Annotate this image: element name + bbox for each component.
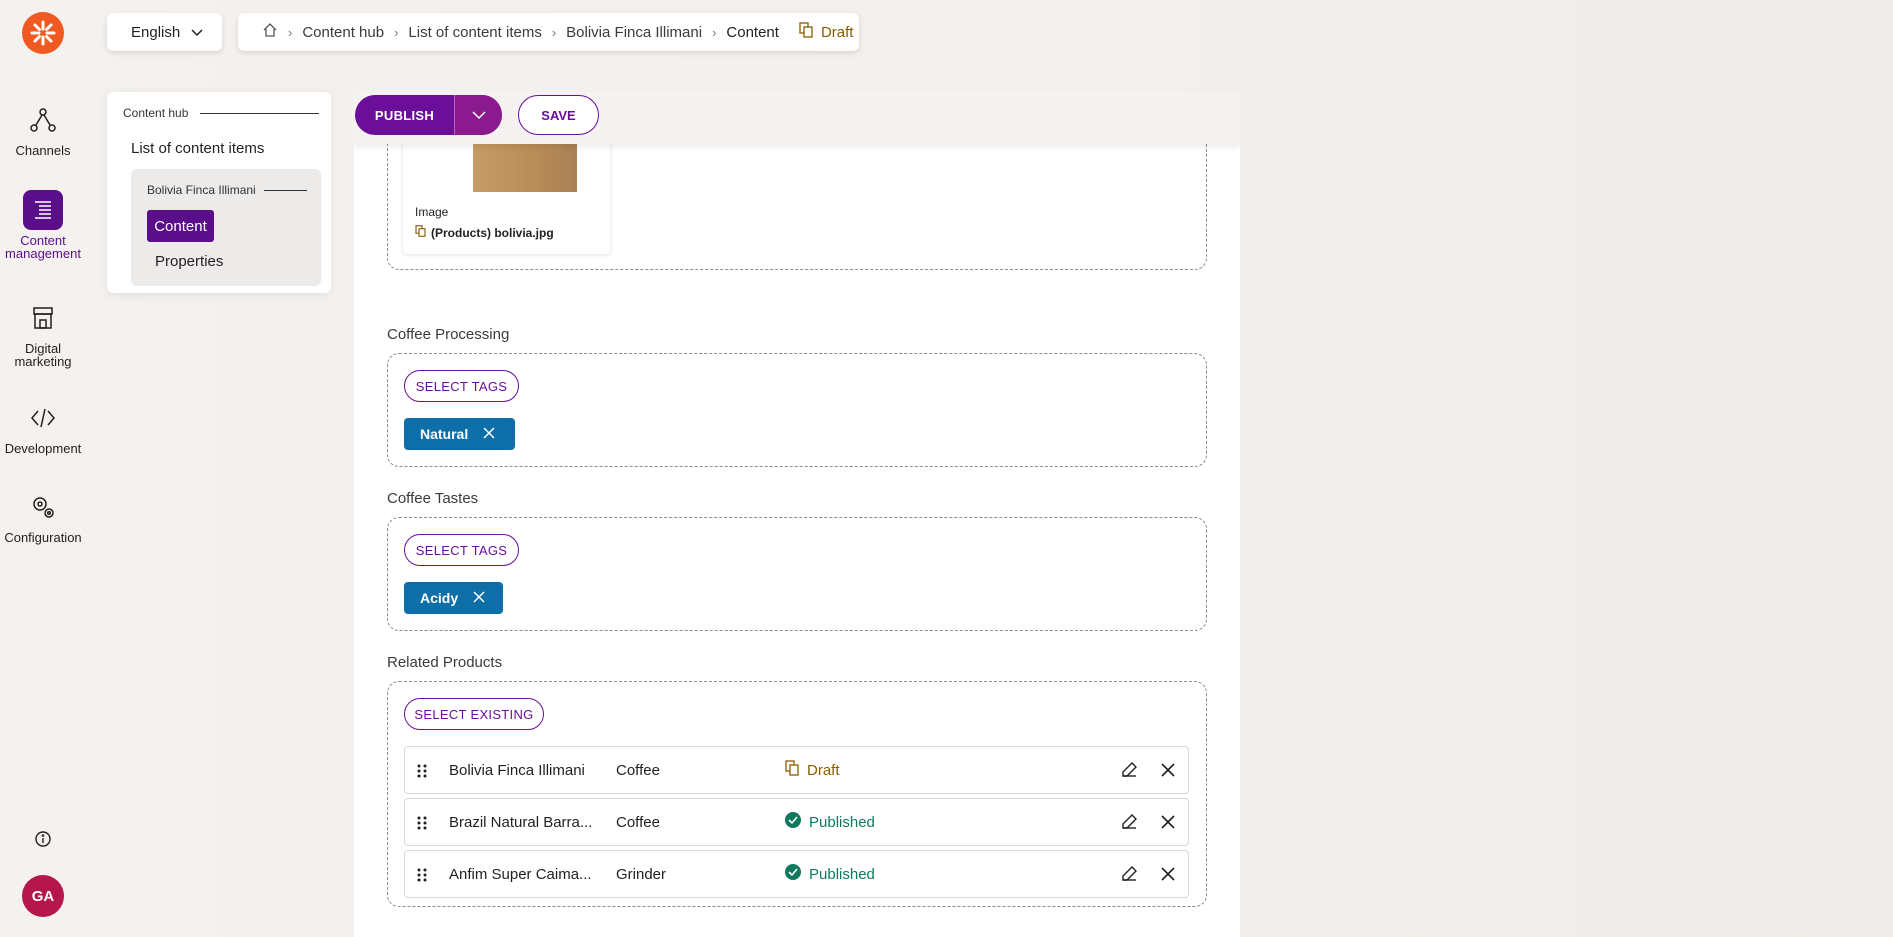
status-label: Published <box>809 865 875 883</box>
nav-content-management[interactable]: Content management <box>0 190 86 260</box>
image-file-name: (Products) bolivia.jpg <box>431 225 554 240</box>
select-tags-button[interactable]: SELECT TAGS <box>404 534 519 566</box>
main-editor: PUBLISH SAVE Image (Products) bolivia.jp… <box>354 92 1240 937</box>
status-label: Published <box>809 813 875 831</box>
breadcrumb-item[interactable]: Bolivia Finca Illimani <box>566 24 702 41</box>
breadcrumb-separator: › <box>288 24 293 40</box>
close-icon[interactable] <box>482 426 496 443</box>
content-tree-panel: Content hub List of content items Bolivi… <box>107 92 331 293</box>
draft-icon <box>799 22 813 42</box>
gears-icon <box>23 487 63 527</box>
nav-content-management-label: Content management <box>5 233 81 261</box>
channels-icon <box>23 100 63 140</box>
tree-item-name[interactable]: Bolivia Finca Illimani <box>147 183 307 197</box>
close-icon[interactable] <box>472 590 486 607</box>
nav-digital-marketing[interactable]: Digital marketing <box>0 298 86 368</box>
image-file: (Products) bolivia.jpg <box>415 225 554 240</box>
breadcrumb-list[interactable]: List of content items <box>408 24 541 41</box>
edit-icon[interactable] <box>1120 813 1138 835</box>
row-type: Coffee <box>616 813 660 831</box>
select-existing-button[interactable]: SELECT EXISTING <box>404 698 544 730</box>
nav-development[interactable]: Development <box>0 398 86 455</box>
drag-handle-icon[interactable] <box>417 868 427 886</box>
publish-split-button: PUBLISH <box>355 95 502 135</box>
row-type: Coffee <box>616 761 660 779</box>
select-tags-button[interactable]: SELECT TAGS <box>404 370 519 402</box>
nav-development-label: Development <box>4 441 82 456</box>
language-selected: English <box>131 23 181 41</box>
remove-icon[interactable] <box>1159 865 1177 887</box>
info-icon[interactable] <box>33 829 53 849</box>
tab-properties[interactable]: Properties <box>155 253 223 270</box>
drag-handle-icon[interactable] <box>417 764 427 782</box>
nav-channels[interactable]: Channels <box>0 100 86 157</box>
language-selector[interactable]: English <box>107 13 222 51</box>
row-name: Brazil Natural Barra... <box>449 813 593 831</box>
tag-acidy: Acidy <box>404 582 503 614</box>
status-badge: Published <box>785 864 875 884</box>
draft-icon <box>415 225 426 240</box>
status-label: Draft <box>807 761 840 779</box>
breadcrumb: › Content hub › List of content items › … <box>238 13 859 51</box>
status-badge: Published <box>785 812 875 832</box>
row-type: Grinder <box>616 865 667 883</box>
editor-toolbar: PUBLISH SAVE <box>354 92 1240 144</box>
tag-natural: Natural <box>404 418 515 450</box>
breadcrumb-current: Content <box>726 23 779 41</box>
published-check-icon <box>785 812 801 832</box>
status-badge: Draft <box>785 760 840 780</box>
content-management-icon <box>23 190 63 230</box>
tree-hub-label[interactable]: Content hub <box>123 106 319 120</box>
breadcrumb-status-label: Draft <box>820 23 854 41</box>
drag-handle-icon[interactable] <box>417 816 427 834</box>
code-icon <box>23 398 63 438</box>
row-name: Anfim Super Caima... <box>449 865 592 883</box>
row-name: Bolivia Finca Illimani <box>449 761 585 779</box>
nav-configuration[interactable]: Configuration <box>0 487 86 544</box>
avatar[interactable]: GA <box>22 875 64 917</box>
published-check-icon <box>785 864 801 884</box>
tag-label: Natural <box>420 426 469 442</box>
left-navigation: Channels Content management Digital mark… <box>0 0 86 937</box>
edit-icon[interactable] <box>1120 865 1138 887</box>
product-thumbnail <box>473 142 577 192</box>
chevron-down-icon <box>190 24 204 41</box>
kentico-logo-icon[interactable] <box>22 12 64 54</box>
publish-options-button[interactable] <box>454 95 502 135</box>
coffee-tastes-label: Coffee Tastes <box>387 490 479 507</box>
chevron-down-icon <box>471 108 487 123</box>
publish-button[interactable]: PUBLISH <box>355 95 454 135</box>
table-row[interactable]: Anfim Super Caima... Grinder Published <box>404 850 1189 898</box>
table-row[interactable]: Bolivia Finca Illimani Coffee Draft <box>404 746 1189 794</box>
breadcrumb-content-hub[interactable]: Content hub <box>302 24 384 41</box>
nav-channels-label: Channels <box>15 143 71 158</box>
tree-list-link[interactable]: List of content items <box>131 140 264 157</box>
coffee-tastes-field <box>387 517 1207 631</box>
nav-digital-marketing-label: Digital marketing <box>14 341 72 369</box>
home-icon[interactable] <box>262 22 278 42</box>
tree-item-group: Bolivia Finca Illimani Content Propertie… <box>131 169 321 286</box>
remove-icon[interactable] <box>1159 813 1177 835</box>
tab-content[interactable]: Content <box>147 210 214 242</box>
coffee-processing-label: Coffee Processing <box>387 326 510 343</box>
image-label: Image <box>415 205 449 219</box>
store-icon <box>23 298 63 338</box>
tag-label: Acidy <box>420 590 459 606</box>
remove-icon[interactable] <box>1159 761 1177 783</box>
breadcrumb-separator: › <box>394 24 399 40</box>
draft-icon <box>785 760 799 780</box>
breadcrumb-separator: › <box>551 24 557 40</box>
table-row[interactable]: Brazil Natural Barra... Coffee Published <box>404 798 1189 846</box>
breadcrumb-status: Draft <box>799 22 854 42</box>
nav-configuration-label: Configuration <box>4 530 82 545</box>
breadcrumb-separator: › <box>712 24 717 40</box>
related-products-label: Related Products <box>387 654 503 671</box>
edit-icon[interactable] <box>1120 761 1138 783</box>
save-button[interactable]: SAVE <box>518 95 599 135</box>
